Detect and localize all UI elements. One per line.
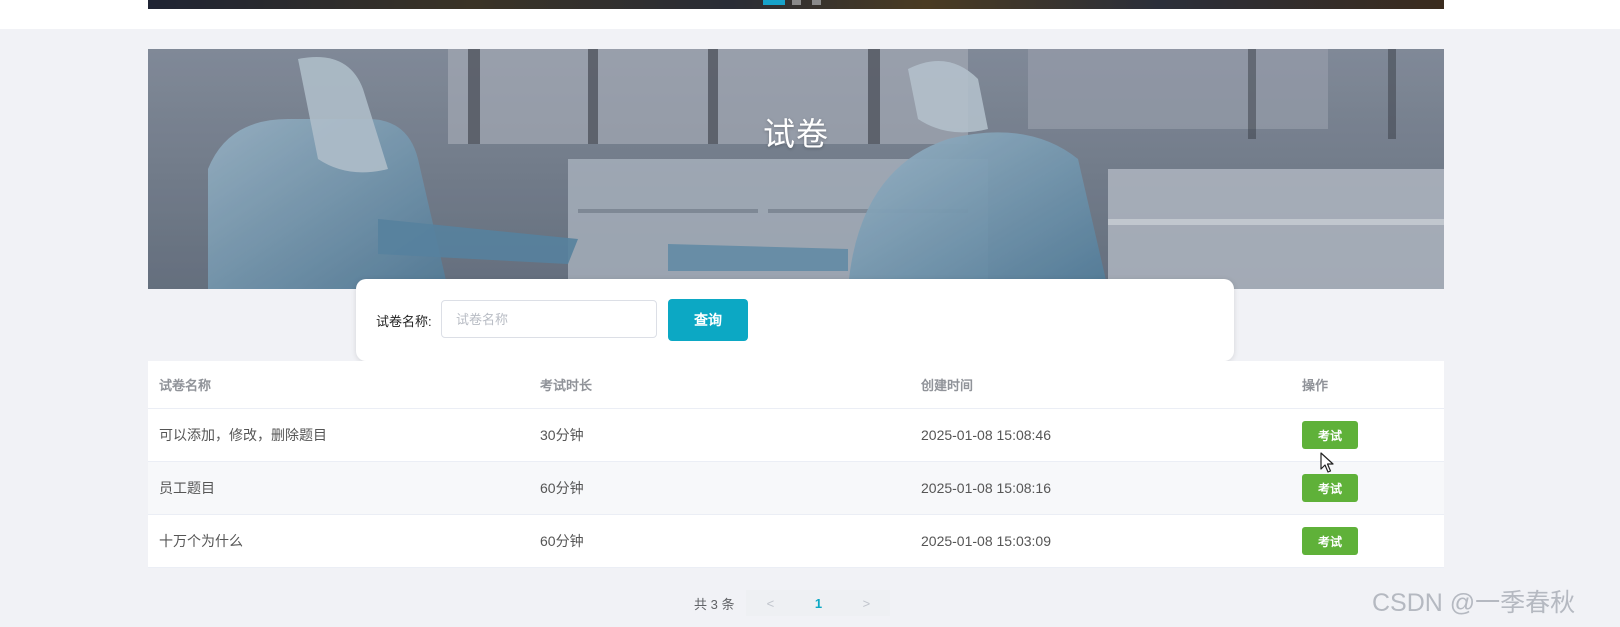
pagination-total: 共 3 条: [694, 596, 735, 612]
carousel-dot-2[interactable]: [792, 0, 801, 5]
page-number-1[interactable]: 1: [794, 590, 842, 616]
column-header-name: 试卷名称: [159, 378, 212, 393]
table-row: 十万个为什么 60分钟 2025-01-08 15:03:09 考试: [148, 515, 1444, 568]
watermark: CSDN @一季春秋: [1372, 589, 1576, 617]
chevron-left-icon[interactable]: <: [746, 590, 794, 616]
start-exam-button[interactable]: 考试: [1302, 474, 1358, 502]
search-button[interactable]: 查询: [668, 299, 748, 341]
table-row: 可以添加，修改，删除题目 30分钟 2025-01-08 15:08:46 考试: [148, 409, 1444, 462]
chevron-right-icon[interactable]: >: [842, 590, 890, 616]
exam-table: 试卷名称 考试时长 创建时间 操作 可以添加，修改，删除题目 30分钟 2025…: [148, 361, 1444, 568]
pagination-pager: < 1 >: [746, 590, 891, 616]
page-banner: 试卷: [148, 49, 1444, 289]
carousel-image: [148, 0, 1444, 9]
carousel-dot-1[interactable]: [763, 0, 785, 5]
exam-name: 可以添加，修改，删除题目: [159, 427, 327, 443]
column-header-action: 操作: [1302, 378, 1329, 393]
start-exam-button[interactable]: 考试: [1302, 421, 1358, 449]
exam-duration: 60分钟: [540, 533, 584, 549]
carousel-dot-3[interactable]: [812, 0, 821, 5]
table-row: 员工题目 60分钟 2025-01-08 15:08:16 考试: [148, 462, 1444, 515]
search-panel: 试卷名称: 查询: [356, 279, 1234, 361]
table-header-row: 试卷名称 考试时长 创建时间 操作: [148, 361, 1444, 409]
exam-created-time: 2025-01-08 15:08:16: [921, 480, 1051, 496]
exam-name: 十万个为什么: [159, 533, 243, 549]
search-input[interactable]: [441, 300, 657, 338]
pagination: 共 3 条 < 1 >: [694, 590, 891, 616]
column-header-duration: 考试时长: [540, 378, 593, 393]
exam-duration: 60分钟: [540, 480, 584, 496]
exam-created-time: 2025-01-08 15:03:09: [921, 533, 1051, 549]
exam-created-time: 2025-01-08 15:08:46: [921, 427, 1051, 443]
start-exam-button[interactable]: 考试: [1302, 527, 1358, 555]
banner-background-image: [148, 49, 1444, 289]
column-header-created: 创建时间: [921, 378, 974, 393]
action-cell: 考试: [1302, 515, 1358, 567]
mouse-pointer-icon: [1320, 452, 1334, 473]
exam-name: 员工题目: [159, 480, 215, 496]
search-label: 试卷名称:: [376, 314, 432, 329]
page-title: 试卷: [762, 116, 829, 152]
top-strip: [0, 0, 1620, 29]
exam-duration: 30分钟: [540, 427, 584, 443]
